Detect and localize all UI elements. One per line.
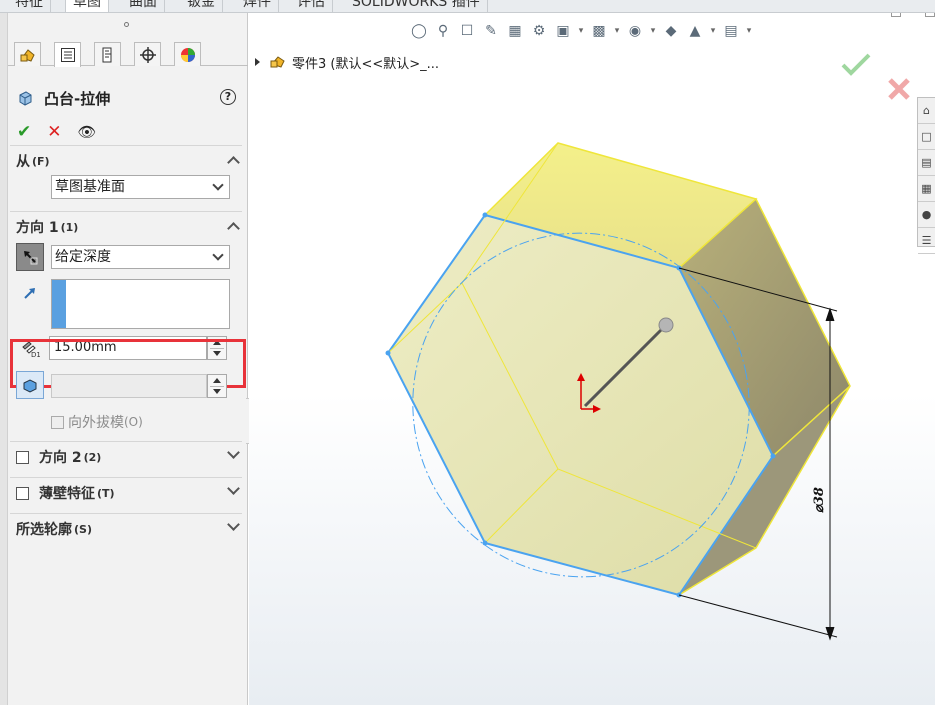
propertymanager-tab[interactable]: [54, 42, 81, 67]
direction1-section-header[interactable]: 方向 1 (1): [16, 216, 242, 238]
draft-icon: [23, 379, 37, 393]
direction-selection-box[interactable]: [51, 279, 230, 329]
featuremanager-tab[interactable]: [14, 42, 41, 66]
tab-sketch[interactable]: 草图: [65, 0, 109, 12]
from-select[interactable]: 草图基准面: [51, 175, 230, 199]
tab-weldments[interactable]: 焊件: [236, 0, 279, 12]
divider: [10, 145, 242, 146]
configurationmanager-tab[interactable]: [94, 42, 121, 66]
featuremanager-icon: [20, 48, 35, 62]
propertymanager-icon: [60, 48, 75, 62]
draft-outward-checkbox[interactable]: [51, 415, 64, 429]
thin-feature-shortcut: (T): [97, 486, 115, 500]
preview-eye-icon[interactable]: 👁: [78, 122, 97, 142]
diameter-dimension-label[interactable]: ⌀38: [812, 487, 827, 513]
direction2-checkbox[interactable]: [16, 450, 29, 464]
configurationmanager-icon: [102, 47, 111, 62]
dimxpert-icon: [139, 46, 156, 63]
thin-feature-section-header[interactable]: 薄壁特征 (T): [16, 482, 242, 504]
drag-handle-knob[interactable]: [658, 317, 674, 333]
selected-contours-section-header[interactable]: 所选轮廓 (S): [16, 518, 242, 540]
direction2-section-header[interactable]: 方向 2 (2): [16, 446, 242, 468]
help-icon[interactable]: ?: [220, 89, 236, 105]
tab-features[interactable]: 特征: [8, 0, 51, 12]
command-manager-tabs: 特征 草图 曲面 钣金 焊件 评估 SOLIDWORKS 插件: [0, 0, 935, 13]
divider: [10, 477, 242, 478]
feature-title: 凸台-拉伸: [44, 89, 111, 108]
thin-feature-checkbox[interactable]: [16, 486, 29, 500]
from-section-title: 从: [16, 154, 30, 170]
dimxpert-tab[interactable]: [134, 42, 161, 66]
draft-angle-input[interactable]: [51, 374, 207, 398]
feature-actions: ✔ ✕ 👁: [17, 121, 97, 143]
reverse-direction-button[interactable]: [16, 243, 44, 271]
boss-extrude-icon: [19, 91, 32, 106]
feature-title-row: 凸台-拉伸 ?: [16, 85, 236, 111]
draft-outward-checkbox-row[interactable]: 向外拔模 (O): [51, 412, 143, 432]
draft-outward-label: 向外拔模: [68, 415, 124, 431]
from-select-value: 草图基准面: [55, 179, 125, 195]
direction-arrow-icon: [24, 288, 35, 299]
direction2-title: 方向 2: [39, 450, 82, 466]
property-manager-panel: 凸台-拉伸 ? ✔ ✕ 👁 从 (F) 草图基准面 方向 1 (1) 给定深度: [0, 13, 248, 705]
direction1-shortcut: (1): [60, 220, 79, 234]
collapse-chevron-icon[interactable]: [227, 156, 240, 169]
spin-up-icon[interactable]: [213, 378, 221, 383]
selected-contours-title: 所选轮廓: [16, 522, 72, 538]
spin-down-icon[interactable]: [213, 389, 221, 394]
tab-solidworks-addins[interactable]: SOLIDWORKS 插件: [345, 0, 488, 12]
cancel-button[interactable]: ✕: [47, 122, 61, 142]
expand-chevron-icon[interactable]: [227, 482, 240, 495]
chevron-down-icon: [212, 249, 224, 261]
thin-feature-title: 薄壁特征: [39, 486, 95, 502]
expand-chevron-icon[interactable]: [227, 518, 240, 531]
tab-surfaces[interactable]: 曲面: [122, 0, 165, 12]
expand-chevron-icon[interactable]: [227, 446, 240, 459]
direction1-title: 方向 1: [16, 220, 59, 236]
direction-vector-button[interactable]: [16, 279, 44, 307]
selection-color-swatch: [52, 280, 66, 328]
draft-spinner[interactable]: [207, 374, 227, 398]
panel-scrollbar[interactable]: [0, 13, 8, 705]
graphics-viewport[interactable]: ◯ ⚲ ☐ ✎ ▦ ⚙ ▣ ▾ ▩ ▾ ◉ ▾ ◆ ▲ ▾ ▤ ▾ 零件3 (默…: [249, 13, 935, 705]
divider: [10, 513, 242, 514]
selected-contours-shortcut: (S): [74, 522, 92, 536]
chevron-down-icon: [212, 179, 224, 191]
collapse-chevron-icon[interactable]: [227, 222, 240, 235]
panel-grip-icon[interactable]: [124, 22, 129, 27]
from-section-header[interactable]: 从 (F): [16, 150, 242, 172]
draft-on-off-button[interactable]: [16, 371, 44, 399]
display-manager-icon: [180, 47, 195, 62]
tab-sheet-metal[interactable]: 钣金: [180, 0, 223, 12]
from-section-shortcut: (F): [32, 154, 50, 168]
divider: [10, 211, 242, 212]
panel-tabs: [8, 40, 248, 67]
draft-outward-shortcut: (O): [124, 415, 143, 429]
ok-button[interactable]: ✔: [17, 122, 31, 142]
end-condition-select[interactable]: 给定深度: [51, 245, 230, 269]
divider: [10, 441, 242, 442]
display-manager-tab[interactable]: [174, 42, 201, 66]
end-condition-value: 给定深度: [55, 249, 111, 265]
tab-evaluate[interactable]: 评估: [290, 0, 333, 12]
reverse-direction-icon: [24, 251, 38, 265]
direction2-shortcut: (2): [83, 450, 102, 464]
hex-prism-model[interactable]: ⌀38: [249, 13, 935, 705]
